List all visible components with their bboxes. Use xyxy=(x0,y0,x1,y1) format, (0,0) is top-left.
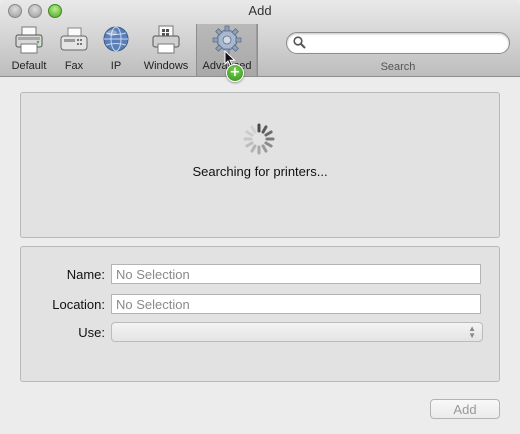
window-title: Add xyxy=(248,3,272,18)
toolbar-item-label: IP xyxy=(110,60,122,72)
add-printer-window: Add Default Fax IP Windows Advanced Sear… xyxy=(0,0,520,434)
fax-icon xyxy=(60,27,88,51)
toolbar: Add Default Fax IP Windows Advanced Sear… xyxy=(0,0,520,77)
use-select[interactable]: ▲ ▼ xyxy=(111,322,483,342)
add-button[interactable]: Add xyxy=(430,399,500,419)
globe-icon xyxy=(103,26,129,52)
search-icon xyxy=(293,36,306,49)
toolbar-item-label: Windows xyxy=(143,60,189,72)
search-field[interactable] xyxy=(286,32,510,54)
toolbar-item-label: Fax xyxy=(64,60,84,72)
windows-printer-icon xyxy=(152,25,180,54)
spinner-icon xyxy=(243,123,275,155)
use-label: Use: xyxy=(78,325,105,340)
add-plus-badge-icon: + xyxy=(226,64,244,82)
location-label: Location: xyxy=(52,297,105,312)
toolbar-item-fax[interactable]: Fax xyxy=(55,24,93,76)
toolbar-item-ip[interactable]: IP xyxy=(97,24,135,76)
search-input[interactable] xyxy=(309,35,503,52)
location-field[interactable] xyxy=(111,294,481,314)
printer-list-panel[interactable]: Searching for printers... xyxy=(20,92,500,238)
printer-icon xyxy=(15,26,43,54)
toolbar-divider xyxy=(256,24,257,76)
toolbar-item-default[interactable]: Default xyxy=(6,24,52,76)
name-field[interactable] xyxy=(111,264,481,284)
toolbar-item-label: Default xyxy=(11,60,47,72)
searching-status: Searching for printers... xyxy=(192,164,328,179)
search-label: Search xyxy=(380,61,416,73)
updown-arrows-icon: ▲ ▼ xyxy=(468,324,476,340)
name-label: Name: xyxy=(66,267,105,282)
toolbar-item-windows[interactable]: Windows xyxy=(140,24,192,76)
printer-details-panel: Name: Location: Use: ▲▼ xyxy=(20,246,500,382)
